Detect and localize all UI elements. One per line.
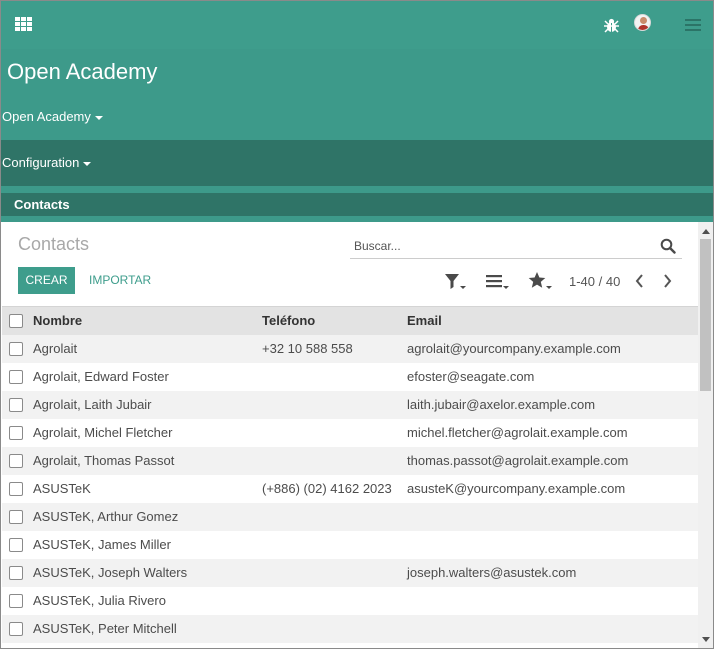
menu-configuration-label: Configuration — [2, 155, 80, 170]
table-header: Nombre Teléfono Email — [2, 306, 698, 335]
row-checkbox[interactable] — [9, 622, 23, 636]
row-checkbox[interactable] — [9, 342, 23, 356]
cell-name: ASUSTeK, Peter Mitchell — [33, 621, 177, 636]
cell-name: Agrolait — [33, 341, 78, 356]
vertical-scrollbar[interactable] — [698, 222, 713, 648]
table-row[interactable]: ASUSTeK (+886) (02) 4162 2023 asusteK@yo… — [2, 475, 698, 503]
row-checkbox[interactable] — [9, 454, 23, 468]
menu-open-academy[interactable]: Open Academy — [2, 109, 103, 124]
cell-name: Agrolait, Thomas Passot — [33, 453, 175, 468]
contacts-menu-band: Contacts — [1, 193, 713, 216]
cell-name: Agrolait, Edward Foster — [33, 369, 169, 384]
contacts-list: Nombre Teléfono Email Agrolait +32 10 58… — [2, 306, 698, 643]
search-bar — [350, 234, 682, 259]
cell-email: thomas.passot@agrolait.example.com — [407, 453, 629, 468]
caret-down-icon — [94, 115, 103, 120]
favorites-star-icon[interactable] — [528, 271, 554, 294]
breadcrumb: Contacts — [18, 234, 90, 254]
user-avatar[interactable] — [634, 14, 651, 31]
pager-next-icon[interactable] — [662, 274, 672, 291]
row-checkbox[interactable] — [9, 538, 23, 552]
cell-phone: +32 10 588 558 — [262, 341, 353, 356]
menu-configuration[interactable]: Configuration — [2, 155, 92, 170]
top-navbar — [1, 1, 713, 49]
menu-contacts[interactable]: Contacts — [14, 197, 70, 212]
scroll-down-arrow-icon[interactable] — [702, 637, 710, 642]
row-checkbox[interactable] — [9, 426, 23, 440]
column-header-email[interactable]: Email — [407, 307, 442, 335]
row-checkbox[interactable] — [9, 594, 23, 608]
scrollbar-thumb[interactable] — [700, 239, 711, 391]
app-window: Open Academy Open Academy Configuration … — [0, 0, 714, 649]
table-row[interactable]: Agrolait, Laith Jubair laith.jubair@axel… — [2, 391, 698, 419]
cell-name: Agrolait, Laith Jubair — [33, 397, 152, 412]
table-row[interactable]: Agrolait, Edward Foster efoster@seagate.… — [2, 363, 698, 391]
row-checkbox[interactable] — [9, 370, 23, 384]
cell-email: agrolait@yourcompany.example.com — [407, 341, 621, 356]
column-header-phone[interactable]: Teléfono — [262, 307, 315, 335]
menu-open-academy-label: Open Academy — [2, 109, 91, 124]
table-row[interactable]: Agrolait +32 10 588 558 agrolait@yourcom… — [2, 335, 698, 363]
row-checkbox[interactable] — [9, 566, 23, 580]
caret-down-icon — [83, 161, 92, 166]
cell-email: joseph.walters@asustek.com — [407, 565, 577, 580]
cell-phone: (+886) (02) 4162 2023 — [262, 481, 392, 496]
pager-value[interactable]: 1-40 / 40 — [569, 274, 620, 289]
select-all-checkbox[interactable] — [9, 314, 23, 328]
filter-icon[interactable] — [444, 273, 468, 294]
group-by-icon[interactable] — [486, 273, 512, 294]
cell-name: ASUSTeK — [33, 481, 91, 496]
table-row[interactable]: ASUSTeK, Joseph Walters joseph.walters@a… — [2, 559, 698, 587]
bug-icon[interactable] — [603, 17, 620, 37]
table-row[interactable]: Agrolait, Michel Fletcher michel.fletche… — [2, 419, 698, 447]
row-checkbox[interactable] — [9, 510, 23, 524]
search-icon[interactable] — [660, 238, 676, 257]
create-button[interactable]: CREAR — [18, 267, 75, 294]
cell-name: Agrolait, Michel Fletcher — [33, 425, 173, 440]
column-header-name[interactable]: Nombre — [33, 307, 82, 335]
table-row[interactable]: ASUSTeK, Peter Mitchell — [2, 615, 698, 643]
configuration-menu-band: Configuration — [1, 140, 713, 186]
avatar-head — [640, 17, 647, 24]
search-input[interactable] — [354, 237, 654, 255]
cell-email: michel.fletcher@agrolait.example.com — [407, 425, 628, 440]
row-checkbox[interactable] — [9, 482, 23, 496]
cell-name: ASUSTeK, Arthur Gomez — [33, 509, 179, 524]
cell-name: ASUSTeK, James Miller — [33, 537, 171, 552]
table-row[interactable]: ASUSTeK, Julia Rivero — [2, 587, 698, 615]
hamburger-menu-icon[interactable] — [685, 19, 701, 32]
row-checkbox[interactable] — [9, 398, 23, 412]
table-row[interactable]: ASUSTeK, James Miller — [2, 531, 698, 559]
table-row[interactable]: ASUSTeK, Arthur Gomez — [2, 503, 698, 531]
table-row[interactable]: Agrolait, Thomas Passot thomas.passot@ag… — [2, 447, 698, 475]
cell-name: ASUSTeK, Joseph Walters — [33, 565, 188, 580]
control-panel: Contacts CREAR IMPORTAR — [1, 222, 698, 306]
import-button[interactable]: IMPORTAR — [81, 267, 159, 294]
cell-name: ASUSTeK, Julia Rivero — [33, 593, 166, 608]
menu-spacer — [1, 186, 713, 193]
cell-email: laith.jubair@axelor.example.com — [407, 397, 596, 412]
apps-grid-icon[interactable] — [15, 17, 33, 33]
avatar-body — [638, 25, 649, 30]
cell-email: efoster@seagate.com — [407, 369, 535, 384]
cell-email: asusteK@yourcompany.example.com — [407, 481, 626, 496]
app-title: Open Academy — [7, 59, 158, 84]
app-header: Open Academy Open Academy — [1, 49, 713, 140]
pager-previous-icon[interactable] — [635, 274, 645, 291]
scroll-up-arrow-icon[interactable] — [702, 229, 710, 234]
